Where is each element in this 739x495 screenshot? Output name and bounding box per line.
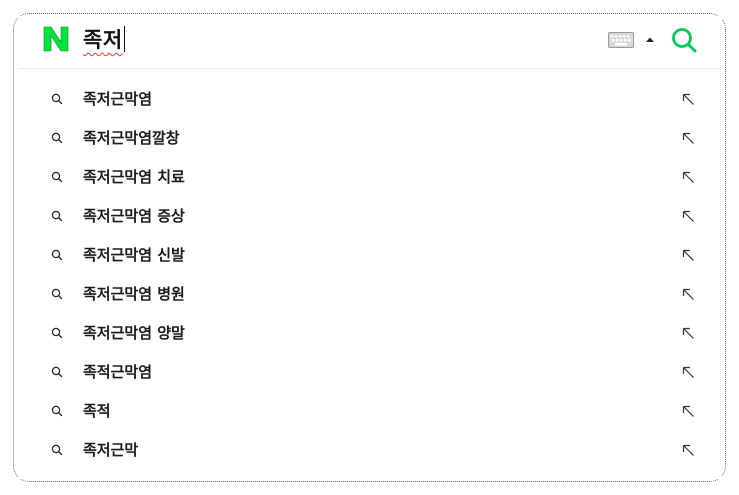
svg-text:N: N xyxy=(42,25,43,26)
search-icon xyxy=(51,210,63,222)
suggestion-item[interactable]: 족저근막염 치료 xyxy=(18,158,722,197)
search-icon xyxy=(51,249,63,261)
suggestion-item[interactable]: 족저근막염 양말 xyxy=(18,314,722,353)
search-button[interactable] xyxy=(670,26,698,54)
suggestion-label: 족저근막염 양말 xyxy=(83,324,185,342)
suggestion-label: 족저근막염깔창 xyxy=(83,129,180,147)
suggestion-item[interactable]: 족저근막염 증상 xyxy=(18,197,722,236)
suggestion-item[interactable]: 족저근막 xyxy=(18,431,722,470)
suggestion-item[interactable]: 족저근막염 신발 xyxy=(18,236,722,275)
suggestion-label: 족저근막염 증상 xyxy=(83,207,185,225)
search-query-text: 족저 xyxy=(83,28,123,52)
suggestion-label: 족적근막염 xyxy=(83,363,153,381)
arrow-up-left-icon[interactable] xyxy=(682,405,695,418)
search-icon xyxy=(51,444,63,456)
suggestion-label: 족저근막염 병원 xyxy=(83,285,185,303)
search-icon xyxy=(51,171,63,183)
arrow-up-left-icon[interactable] xyxy=(682,171,695,184)
text-caret xyxy=(123,26,125,52)
suggestion-label: 족저근막염 신발 xyxy=(83,246,185,264)
suggestion-item[interactable]: 족적근막염 xyxy=(18,353,722,392)
search-panel: N 족저 족저근막염 족저근막염깔창 족저근막염 치료 족저근막염 증상 족저근… xyxy=(18,16,722,479)
suggestion-item[interactable]: 족저근막염깔창 xyxy=(18,119,722,158)
search-icon xyxy=(51,405,63,417)
search-icon xyxy=(51,93,63,105)
caret-up-icon[interactable] xyxy=(644,33,656,47)
arrow-up-left-icon[interactable] xyxy=(682,444,695,457)
naver-logo-icon[interactable]: N xyxy=(42,25,70,53)
arrow-up-left-icon[interactable] xyxy=(682,327,695,340)
arrow-up-left-icon[interactable] xyxy=(682,132,695,145)
search-bar: N 족저 xyxy=(18,16,722,69)
suggestion-list: 족저근막염 족저근막염깔창 족저근막염 치료 족저근막염 증상 족저근막염 신발… xyxy=(18,80,722,470)
search-icon xyxy=(51,288,63,300)
suggestion-item[interactable]: 족저근막염 병원 xyxy=(18,275,722,314)
suggestion-label: 족적 xyxy=(83,402,111,420)
search-icon xyxy=(51,327,63,339)
suggestion-label: 족저근막 xyxy=(83,441,139,459)
search-icon xyxy=(51,366,63,378)
arrow-up-left-icon[interactable] xyxy=(682,366,695,379)
search-icon xyxy=(51,132,63,144)
arrow-up-left-icon[interactable] xyxy=(682,210,695,223)
search-input[interactable]: 족저 xyxy=(83,22,125,58)
suggestion-item[interactable]: 족적 xyxy=(18,392,722,431)
suggestion-item[interactable]: 족저근막염 xyxy=(18,80,722,119)
suggestion-label: 족저근막염 xyxy=(83,90,153,108)
keyboard-icon[interactable] xyxy=(608,32,634,48)
arrow-up-left-icon[interactable] xyxy=(682,93,695,106)
arrow-up-left-icon[interactable] xyxy=(682,249,695,262)
suggestion-label: 족저근막염 치료 xyxy=(83,168,185,186)
arrow-up-left-icon[interactable] xyxy=(682,288,695,301)
